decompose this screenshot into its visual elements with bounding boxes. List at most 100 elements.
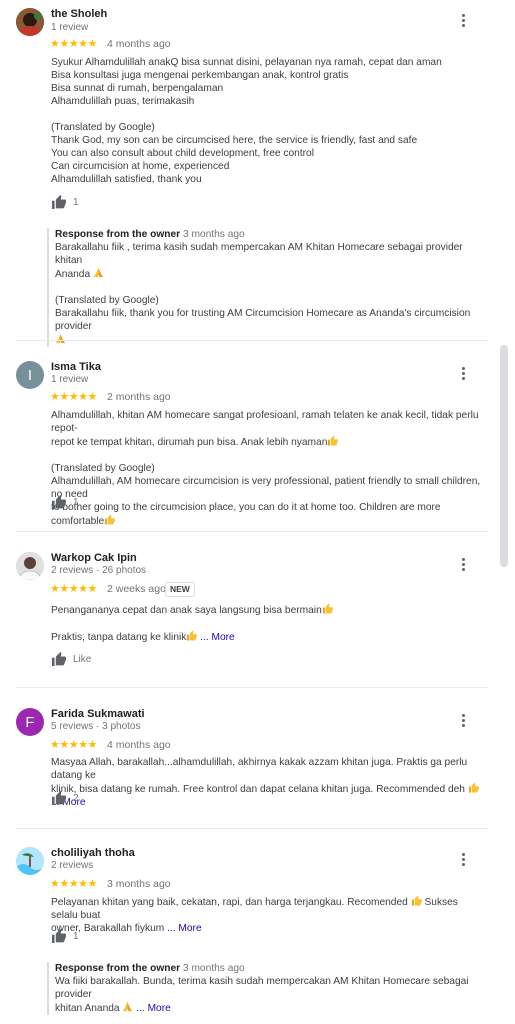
review-card: choliliyah thoha 2 reviews ★★★★★ 3 month… (0, 829, 490, 1024)
review-card: Warkop Cak Ipin 2 reviews · 26 photos ★★… (0, 532, 490, 687)
review-text-line: Bisa sunnat di rumah, berpengalaman (51, 83, 224, 94)
thumbs-up-emoji (104, 514, 115, 525)
review-text-line: Thank God, my son can be circumcised her… (51, 135, 418, 146)
thumbs-up-icon (51, 652, 67, 666)
review-text: Alhamdulillah, khitan AM homecare sangat… (51, 409, 481, 528)
star-rating: ★★★★★ (50, 583, 97, 595)
folded-hands-emoji (93, 267, 104, 278)
like-button[interactable]: Like (51, 652, 91, 666)
more-link[interactable]: ... More (197, 632, 235, 643)
reviewer-meta: 1 review (51, 22, 89, 33)
avatar[interactable] (16, 552, 44, 580)
more-options-button[interactable] (455, 365, 471, 381)
reviewer-name[interactable]: Farida Sukmawati (51, 708, 145, 720)
thumbs-up-emoji (468, 782, 479, 793)
owner-response-text: Barakallahu fiik , terima kasih sudah me… (55, 242, 463, 266)
reviewer-meta: 1 review (51, 374, 89, 385)
review-text-line: Alhamdulillah puas, terimakasih (51, 96, 195, 107)
owner-response-text: khitan Ananda (55, 1003, 120, 1014)
review-date: 2 weeks ago (107, 583, 166, 595)
review-text: Penangananya cepat dan anak saya langsun… (51, 603, 481, 644)
review-text-line (51, 108, 481, 121)
review-text-line: Can circumcision at home, experienced (51, 161, 230, 172)
thumbs-up-emoji (327, 435, 338, 446)
owner-response-text: Ananda (55, 269, 91, 280)
reviewer-name[interactable]: Isma Tika (51, 361, 101, 373)
owner-response-heading: Response from the owner (55, 963, 181, 974)
reviewer-meta: 2 reviews (51, 860, 94, 871)
thumbs-up-icon (51, 195, 67, 209)
review-text-line: You can also consult about child develop… (51, 148, 314, 159)
more-link[interactable]: ... More (164, 923, 202, 934)
review-text-line: Bisa konsultasi juga mengenai perkembang… (51, 70, 349, 81)
like-button[interactable]: 1 (51, 495, 79, 509)
review-text-line: Alhamdulillah satisfied, thank you (51, 174, 202, 185)
more-options-button[interactable] (455, 556, 471, 572)
owner-response-text: Barakallahu fiik, thank you for trusting… (55, 308, 471, 332)
avatar[interactable] (16, 8, 44, 36)
translated-label: (Translated by Google) (55, 295, 159, 306)
thumbs-up-icon (51, 929, 67, 943)
new-badge: NEW (165, 582, 195, 597)
owner-response-heading: Response from the owner (55, 229, 181, 240)
review-text: Masyaa Allah, barakallah...alhamdulillah… (51, 756, 481, 809)
translated-label: (Translated by Google) (51, 122, 155, 133)
review-card: F Farida Sukmawati 5 reviews · 3 photos … (0, 688, 490, 828)
profile-photo-icon (16, 847, 44, 875)
review-text-line: Penangananya cepat dan anak saya langsun… (51, 605, 322, 616)
star-rating: ★★★★★ (50, 878, 97, 890)
avatar[interactable]: F (16, 708, 44, 736)
reviewer-meta: 2 reviews · 26 photos (51, 565, 147, 576)
owner-response-date: 3 months ago (182, 229, 245, 240)
review-text-line: Praktis, tanpa datang ke klinik (51, 632, 187, 643)
more-link[interactable]: ... More (133, 1003, 171, 1014)
more-options-button[interactable] (455, 12, 471, 28)
review-text-line: Alhamdulillah, khitan AM homecare sangat… (51, 410, 479, 434)
review-card: I Isma Tika 1 review ★★★★★ 2 months ago … (0, 341, 490, 531)
profile-photo-icon (16, 552, 44, 580)
translated-label: (Translated by Google) (51, 463, 155, 474)
star-rating: ★★★★★ (50, 391, 97, 403)
thumbs-up-icon (51, 495, 67, 509)
star-rating: ★★★★★ (50, 739, 97, 751)
review-text: Syukur Alhamdulillah anakQ bisa sunnat d… (51, 56, 481, 186)
like-count: 1 (73, 930, 79, 942)
owner-response-text: Wa fiiki barakallah. Bunda, terima kasih… (55, 976, 469, 1000)
more-options-button[interactable] (455, 851, 471, 867)
folded-hands-emoji (122, 1001, 133, 1012)
thumbs-up-emoji (411, 895, 422, 906)
review-text-line: Syukur Alhamdulillah anakQ bisa sunnat d… (51, 57, 442, 68)
review-date: 3 months ago (107, 878, 171, 890)
like-count: 1 (73, 496, 79, 508)
like-button[interactable]: 2 (51, 791, 79, 805)
reviewer-name[interactable]: choliliyah thoha (51, 847, 135, 859)
thumbs-up-emoji (186, 630, 197, 641)
scrollbar[interactable] (500, 345, 508, 567)
more-options-button[interactable] (455, 712, 471, 728)
owner-response: Response from the owner 3 months ago Bar… (47, 228, 491, 347)
reviewer-name[interactable]: Warkop Cak Ipin (51, 552, 137, 564)
review-card: the Sholeh 1 review ★★★★★ 4 months ago S… (0, 0, 490, 347)
reviewer-name[interactable]: the Sholeh (51, 8, 107, 20)
owner-response: Response from the owner 3 months ago Wa … (47, 962, 491, 1015)
review-text-line: Masyaa Allah, barakallah...alhamdulillah… (51, 757, 468, 781)
like-count: 2 (73, 792, 79, 804)
review-text: Pelayanan khitan yang baik, cekatan, rap… (51, 895, 481, 935)
avatar[interactable]: I (16, 361, 44, 389)
review-text-line: Pelayanan khitan yang baik, cekatan, rap… (51, 897, 408, 908)
like-button[interactable]: 1 (51, 195, 79, 209)
like-label: Like (73, 653, 92, 665)
profile-photo-icon (16, 8, 44, 36)
owner-response-date: 3 months ago (182, 963, 245, 974)
thumbs-up-icon (51, 791, 67, 805)
reviewer-meta: 5 reviews · 3 photos (51, 721, 141, 732)
review-date: 4 months ago (107, 739, 171, 751)
avatar[interactable] (16, 847, 44, 875)
like-count: 1 (73, 196, 79, 208)
like-button[interactable]: 1 (51, 929, 79, 943)
review-text-line: repot ke tempat khitan, dirumah pun bisa… (51, 437, 328, 448)
review-date: 4 months ago (107, 38, 171, 50)
review-date: 2 months ago (107, 391, 171, 403)
star-rating: ★★★★★ (50, 38, 97, 50)
review-text-line: klinik, bisa datang ke rumah. Free kontr… (51, 784, 465, 795)
